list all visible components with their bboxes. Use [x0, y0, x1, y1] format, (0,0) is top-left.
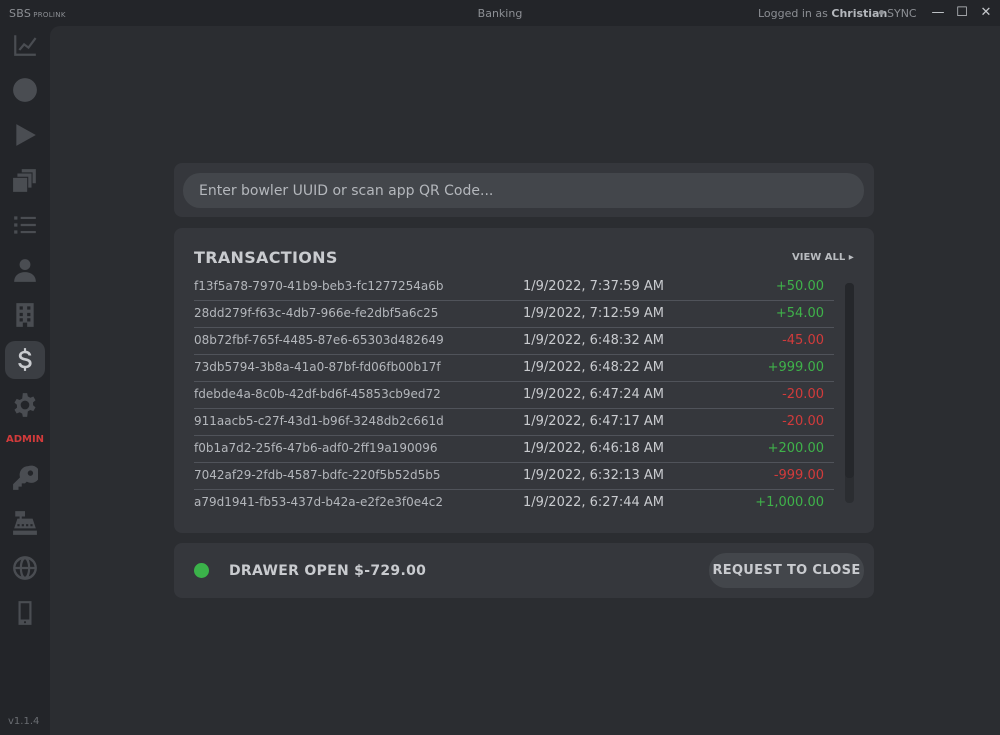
dollar-icon	[18, 348, 32, 371]
drawer-card: DRAWER OPEN $-729.00 REQUEST TO CLOSE	[174, 543, 874, 598]
maximize-button[interactable]: ☐	[953, 4, 971, 22]
key-icon	[13, 465, 38, 490]
transaction-id: 08b72fbf-765f-4485-87e6-65303d482649	[194, 333, 444, 347]
globe-icon	[13, 556, 37, 580]
transaction-amount: -20.00	[782, 387, 824, 402]
admin-label: ADMIN	[5, 434, 45, 445]
close-window-button[interactable]: ✕	[977, 4, 995, 22]
sidebar: ADMIN v1.1.4	[0, 26, 50, 735]
transaction-id: 73db5794-3b8a-41a0-87bf-fd06fb00b17f	[194, 360, 441, 374]
minimize-button[interactable]: —	[929, 4, 947, 22]
nav-banking[interactable]	[5, 341, 45, 379]
scrollbar-thumb[interactable]	[845, 283, 854, 478]
transaction-amount: +50.00	[775, 279, 824, 294]
transaction-id: 28dd279f-f63c-4db7-966e-fe2dbf5a6c25	[194, 306, 439, 320]
transaction-date: 1/9/2022, 6:48:32 AM	[523, 333, 665, 348]
nav-building[interactable]	[5, 296, 45, 334]
transaction-id: f13f5a78-7970-41b9-beb3-fc1277254a6b	[194, 279, 444, 293]
nav-users[interactable]	[5, 251, 45, 289]
transaction-date: 1/9/2022, 6:48:22 AM	[523, 360, 665, 375]
transaction-date: 1/9/2022, 7:37:59 AM	[523, 279, 665, 294]
transaction-row[interactable]: 08b72fbf-765f-4485-87e6-65303d482649 1/9/…	[194, 328, 834, 355]
nav-settings[interactable]	[5, 386, 45, 424]
sync-label: SYNC	[887, 7, 917, 20]
bowler-search-input[interactable]	[183, 173, 864, 208]
transaction-row[interactable]: a79d1941-fb53-437d-b42a-e2f2e3f0e4c2 1/9/…	[194, 490, 834, 517]
nav-keys[interactable]	[5, 459, 45, 497]
phone-icon	[18, 601, 32, 625]
clock-icon	[13, 78, 37, 102]
drawer-status-dot-icon	[194, 563, 209, 578]
transaction-date: 1/9/2022, 6:47:24 AM	[523, 387, 665, 402]
login-info: Logged in as Christian	[758, 7, 887, 20]
transactions-card: TRANSACTIONS VIEW ALL ▸ f13f5a78-7970-41…	[174, 228, 874, 533]
building-icon	[16, 303, 34, 327]
transaction-date: 1/9/2022, 7:12:59 AM	[523, 306, 665, 321]
search-card	[174, 163, 874, 217]
transactions-list: f13f5a78-7970-41b9-beb3-fc1277254a6b 1/9/…	[194, 274, 834, 517]
user-icon	[14, 259, 36, 282]
request-close-button[interactable]: REQUEST TO CLOSE	[709, 553, 864, 588]
transaction-id: fdebde4a-8c0b-42df-bd6f-45853cb9ed72	[194, 387, 441, 401]
login-prefix: Logged in as	[758, 7, 828, 20]
sync-status[interactable]: SYNC	[879, 7, 917, 20]
transactions-scrollbar[interactable]	[845, 283, 854, 503]
transaction-amount: +1,000.00	[755, 495, 824, 510]
transaction-amount: -20.00	[782, 414, 824, 429]
transaction-id: f0b1a7d2-25f6-47b6-adf0-2ff19a190096	[194, 441, 438, 455]
transaction-date: 1/9/2022, 6:32:13 AM	[523, 468, 665, 483]
cards-icon	[13, 169, 36, 192]
transaction-row[interactable]: 28dd279f-f63c-4db7-966e-fe2dbf5a6c25 1/9/…	[194, 301, 834, 328]
nav-list[interactable]	[5, 206, 45, 244]
gear-icon	[14, 393, 36, 417]
register-icon	[13, 511, 37, 535]
nav-mobile[interactable]	[5, 594, 45, 632]
nav-web[interactable]	[5, 549, 45, 587]
transaction-amount: +200.00	[767, 441, 824, 456]
transaction-amount: +999.00	[767, 360, 824, 375]
transactions-title: TRANSACTIONS	[194, 248, 338, 267]
transaction-id: 7042af29-2fdb-4587-bdfc-220f5b52d5b5	[194, 468, 441, 482]
transaction-date: 1/9/2022, 6:46:18 AM	[523, 441, 665, 456]
nav-register[interactable]	[5, 504, 45, 542]
nav-cards[interactable]	[5, 161, 45, 199]
transaction-row[interactable]: 73db5794-3b8a-41a0-87bf-fd06fb00b17f 1/9/…	[194, 355, 834, 382]
nav-history[interactable]	[5, 71, 45, 109]
transaction-row[interactable]: f0b1a7d2-25f6-47b6-adf0-2ff19a190096 1/9/…	[194, 436, 834, 463]
transaction-date: 1/9/2022, 6:47:17 AM	[523, 414, 665, 429]
list-icon	[14, 216, 36, 234]
drawer-status: DRAWER OPEN $-729.00	[229, 563, 427, 579]
nav-stats[interactable]	[5, 26, 45, 64]
sync-dot-icon	[879, 10, 884, 15]
transaction-row[interactable]: f13f5a78-7970-41b9-beb3-fc1277254a6b 1/9/…	[194, 274, 834, 301]
transaction-row[interactable]: 911aacb5-c27f-43d1-b96f-3248db2c661d 1/9/…	[194, 409, 834, 436]
transaction-amount: -45.00	[782, 333, 824, 348]
transaction-amount: +54.00	[775, 306, 824, 321]
transaction-id: 911aacb5-c27f-43d1-b96f-3248db2c661d	[194, 414, 444, 428]
view-all-link[interactable]: VIEW ALL ▸	[792, 252, 854, 263]
transaction-id: a79d1941-fb53-437d-b42a-e2f2e3f0e4c2	[194, 495, 443, 509]
title-bar: SBS PROLINK Banking Logged in as Christia…	[0, 0, 1000, 26]
transaction-amount: -999.00	[773, 468, 824, 483]
nav-play[interactable]	[5, 116, 45, 154]
transaction-row[interactable]: fdebde4a-8c0b-42df-bd6f-45853cb9ed72 1/9/…	[194, 382, 834, 409]
app-version: v1.1.4	[8, 716, 40, 727]
chart-icon	[14, 35, 37, 56]
transaction-date: 1/9/2022, 6:27:44 AM	[523, 495, 665, 510]
transaction-row[interactable]: 7042af29-2fdb-4587-bdfc-220f5b52d5b5 1/9/…	[194, 463, 834, 490]
play-icon	[16, 124, 36, 146]
